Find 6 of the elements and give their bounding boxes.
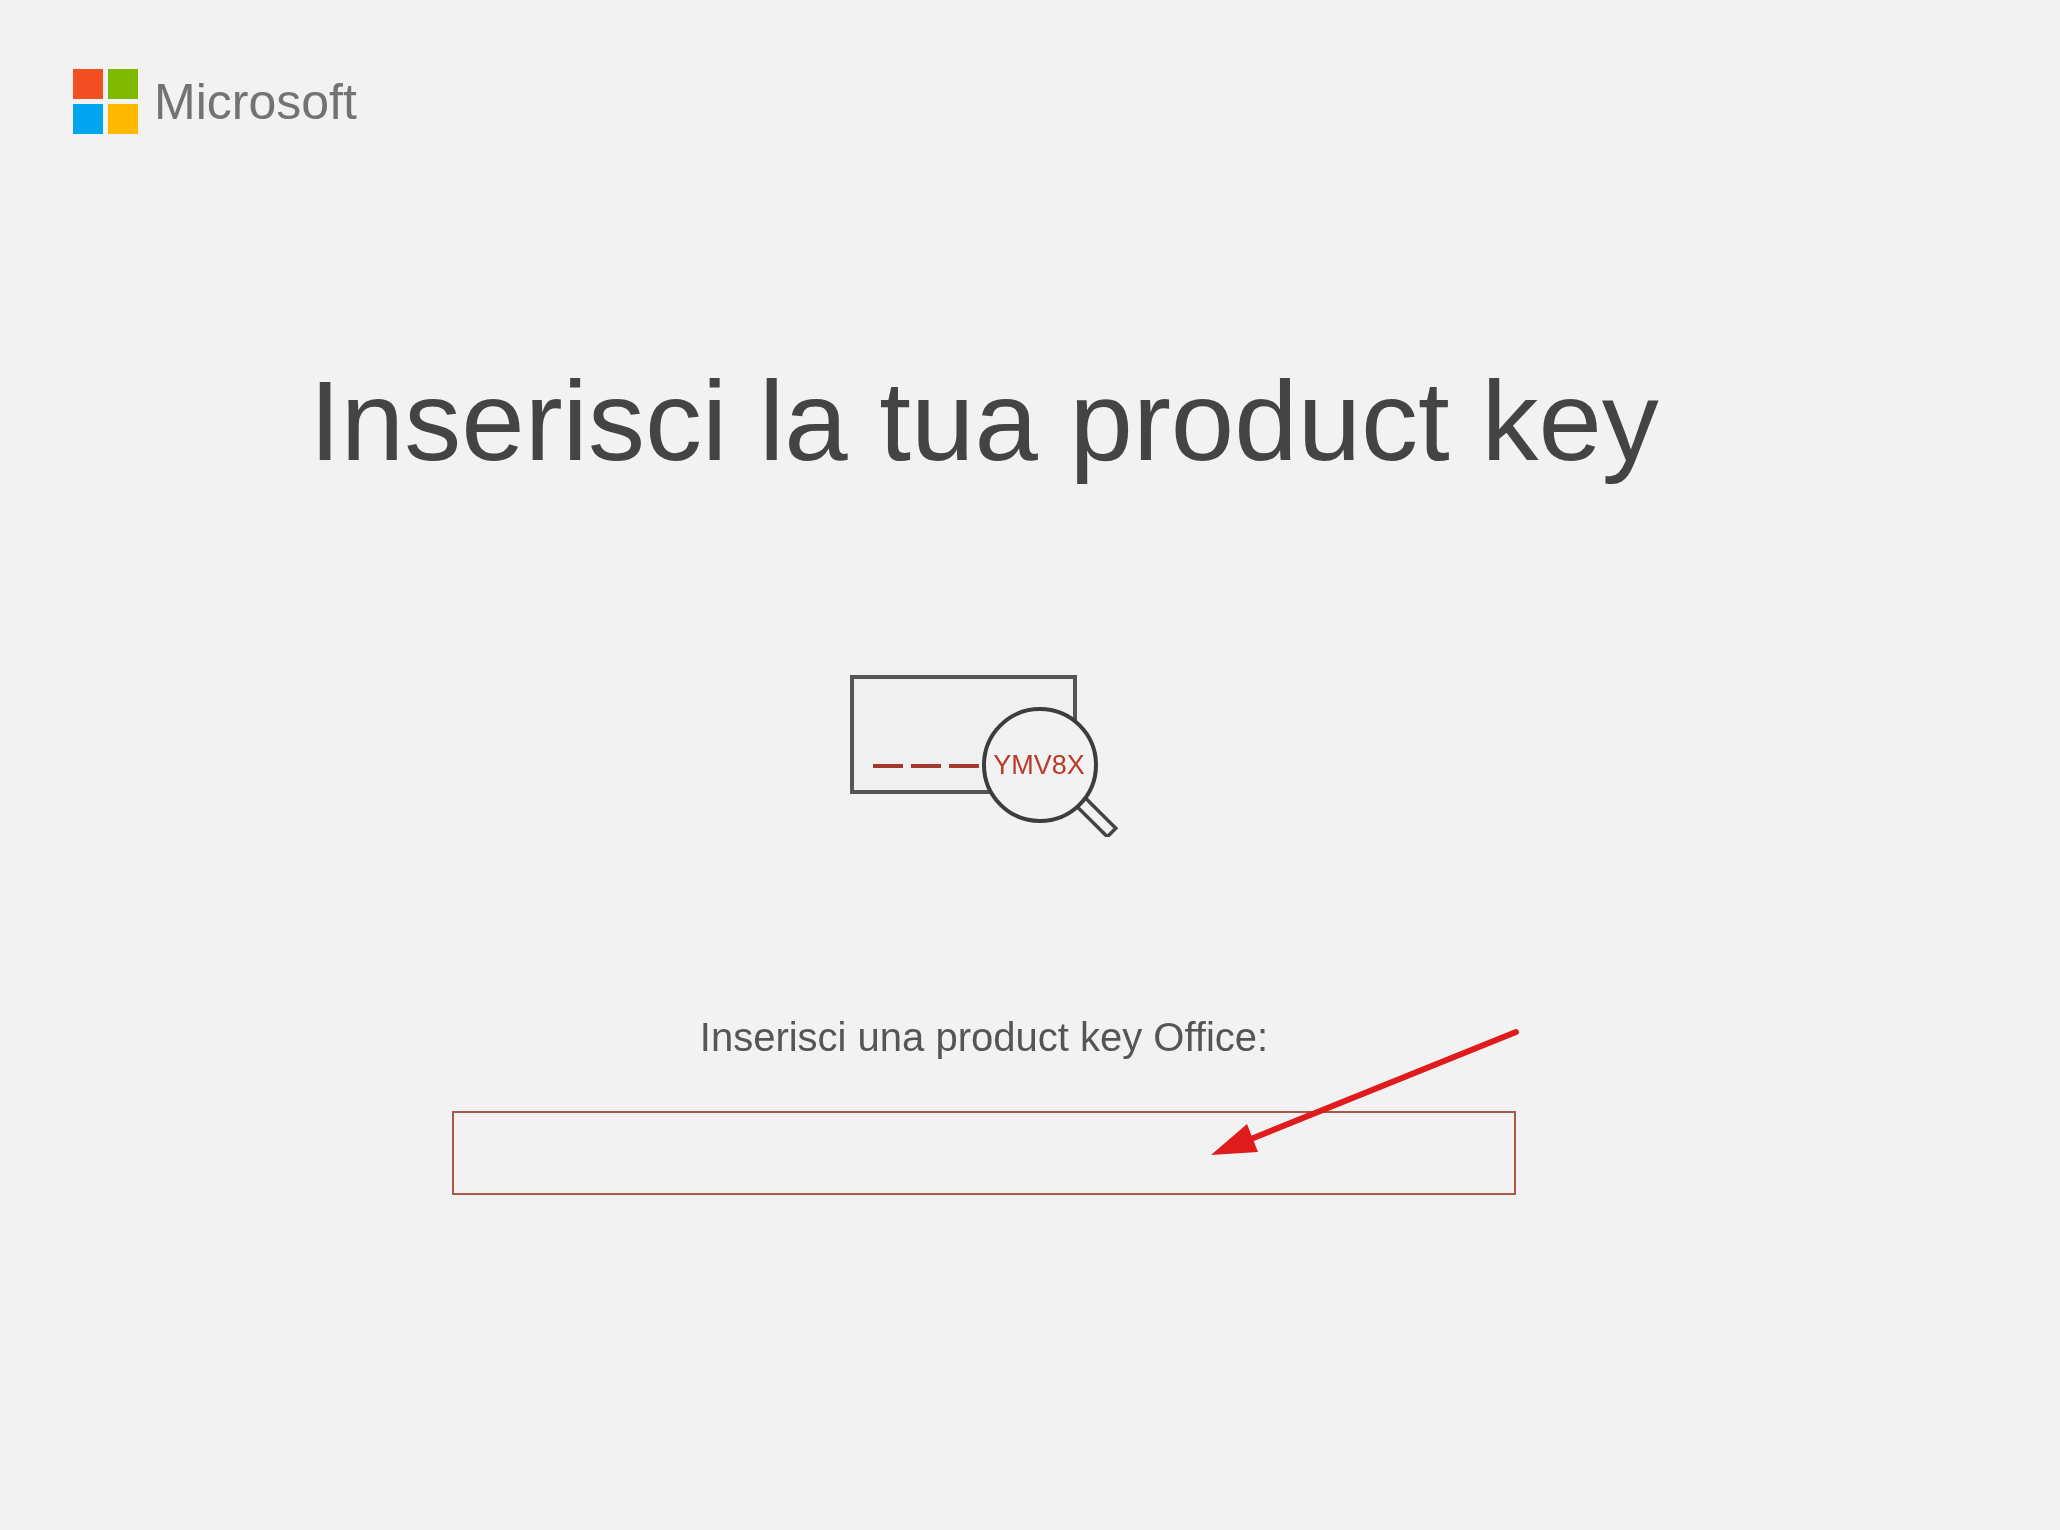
square-grid-logo-icon xyxy=(73,69,138,134)
product-key-field[interactable] xyxy=(452,1110,1516,1195)
brand-name: Microsoft xyxy=(154,76,357,127)
field-label: Inserisci una product key Office: xyxy=(699,1013,1269,1061)
key-code-text: YMV8X xyxy=(993,749,1085,780)
page-title: Inserisci la tua product key xyxy=(309,356,1659,486)
